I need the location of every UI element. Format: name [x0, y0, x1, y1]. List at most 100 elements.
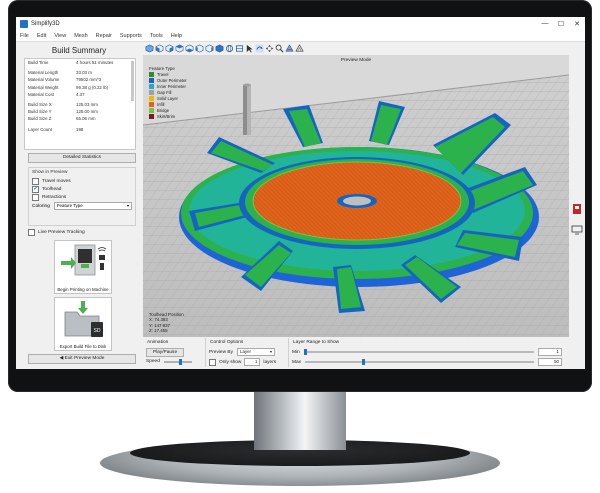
summary-row: Material Length 33.03 m: [25, 69, 135, 76]
view-cube-back-icon[interactable]: [165, 44, 174, 53]
retractions-checkbox[interactable]: [32, 193, 39, 201]
preview-by-label: Preview By: [209, 349, 233, 355]
travel-moves-checkbox[interactable]: [32, 177, 39, 185]
min-layer-row: Min 1: [292, 348, 562, 356]
select-cursor-icon[interactable]: [245, 44, 254, 53]
summary-row: Build Size Y 125.00 mm: [25, 108, 135, 115]
menu-help[interactable]: Help: [167, 33, 186, 39]
view-cube-bottom-icon[interactable]: [185, 44, 194, 53]
close-button[interactable]: ✕: [569, 20, 585, 28]
wireframe-icon[interactable]: [295, 43, 304, 53]
coloring-value: Feature Type: [56, 203, 83, 208]
minimize-button[interactable]: —: [537, 20, 553, 28]
summary-value: 33.03 m: [76, 70, 92, 76]
menu-file[interactable]: File: [16, 33, 33, 39]
speed-slider[interactable]: [163, 358, 192, 365]
summary-label: Build Size Y: [28, 109, 52, 115]
option-label: Live Preview Tracking: [38, 229, 85, 235]
max-label: Max: [292, 359, 302, 365]
menu-edit[interactable]: Edit: [33, 33, 50, 39]
ortho-view-icon[interactable]: [235, 44, 244, 53]
view-cube-right-icon[interactable]: [205, 44, 214, 53]
perspective-icon[interactable]: [225, 44, 234, 53]
zoom-view-icon[interactable]: [275, 44, 284, 53]
summary-value: 198: [76, 126, 84, 132]
preview-by-select[interactable]: Layer ▾: [237, 348, 275, 356]
build-summary-heading: Build Summary: [51, 46, 107, 55]
retractions-option[interactable]: Retractions: [32, 193, 132, 201]
view-cube-front-icon[interactable]: [155, 44, 164, 53]
process-settings-icon[interactable]: [571, 203, 583, 215]
view-cube-iso-icon[interactable]: [215, 44, 224, 53]
legend-label: Gap Fill: [157, 89, 172, 95]
animation-title: Animation: [147, 340, 169, 345]
summary-value: 99.38 g (0.22 lb): [76, 84, 108, 90]
menu-repair[interactable]: Repair: [92, 33, 116, 39]
toolhead-checkbox[interactable]: ✔: [32, 185, 39, 193]
export-build-file-button[interactable]: SD Export Build File to Disk: [54, 297, 112, 351]
cross-section-icon[interactable]: [285, 43, 294, 53]
live-preview-option[interactable]: Live Preview Tracking: [28, 228, 142, 236]
monitor-stand-neck: [254, 392, 346, 450]
view-cube-top-icon[interactable]: [175, 44, 184, 53]
rotate-view-icon[interactable]: [255, 43, 264, 53]
toolhead-option[interactable]: ✔ Toolhead: [32, 185, 132, 193]
min-layer-thumb[interactable]: [303, 349, 307, 355]
view-cube-default-icon[interactable]: [145, 44, 154, 53]
animation-group: Animation Play/Pause Speed: [143, 338, 206, 367]
travel-moves-option[interactable]: Travel moves: [32, 177, 132, 185]
legend-label: Bridge: [157, 108, 170, 114]
layer-range-group: Layer Range to Show Min 1 Max 50: [289, 338, 575, 367]
option-label: Retractions: [42, 194, 67, 200]
only-show-spinbox[interactable]: 1: [244, 358, 261, 366]
summary-label: Material Cost: [28, 91, 54, 97]
only-show-checkbox[interactable]: [209, 358, 216, 366]
summary-row: Build Size Z 65.06 mm: [25, 115, 135, 122]
summary-row: Build Size X 125.03 mm: [25, 101, 135, 108]
chevron-down-icon: ▾: [269, 349, 272, 354]
printer-usb-icon: [61, 244, 107, 276]
summary-label: Material Weight: [28, 84, 59, 90]
menu-tools[interactable]: Tools: [146, 33, 167, 39]
max-layer-slider[interactable]: [305, 359, 534, 365]
summary-row: Layer Count 198: [25, 126, 135, 133]
summary-value: 4.37: [76, 91, 85, 97]
view-cube-left-icon[interactable]: [195, 44, 204, 53]
min-layer-spinbox[interactable]: 1: [538, 348, 562, 356]
coloring-select[interactable]: Feature Type ▾: [53, 202, 132, 210]
menu-view[interactable]: View: [50, 33, 70, 39]
min-layer-slider[interactable]: [303, 349, 534, 355]
max-layer-spinbox[interactable]: 50: [538, 358, 562, 366]
option-label: Toolhead: [42, 186, 62, 192]
begin-printing-label: Begin Printing on Machine: [57, 287, 109, 292]
summary-value: 125.00 mm: [76, 109, 98, 115]
play-pause-button[interactable]: Play/Pause: [146, 348, 184, 357]
folder-sd-card-icon: SD: [64, 301, 103, 337]
speed-slider-thumb[interactable]: [179, 358, 183, 365]
begin-printing-button[interactable]: Begin Printing on Machine: [54, 240, 112, 294]
max-layer-thumb[interactable]: [362, 359, 366, 365]
legend-swatch: [149, 108, 154, 114]
live-preview-checkbox[interactable]: [28, 228, 35, 236]
print-preview-scene: [143, 55, 569, 337]
preview-controls-bar: Animation Play/Pause Speed Control Optio…: [143, 338, 585, 369]
summary-scrollbar[interactable]: [131, 61, 134, 101]
window-controls: — ☐ ✕: [537, 20, 585, 28]
maximize-button[interactable]: ☐: [553, 20, 569, 28]
detailed-statistics-button[interactable]: Detailed Statistics: [28, 153, 136, 163]
pan-view-icon[interactable]: [265, 44, 274, 53]
show-in-preview-title: Show in Preview: [32, 170, 68, 175]
speed-row: Speed: [146, 358, 192, 365]
legend-swatch: [149, 71, 154, 77]
layer-range-title: Layer Range to Show: [293, 340, 340, 345]
monitor-panel-icon[interactable]: [571, 224, 583, 236]
legend-label: Outer Perimeter: [157, 77, 187, 83]
right-side-tools: [571, 202, 585, 241]
3d-preview-viewport[interactable]: Preview Mode Feature Type Travel Outer P…: [143, 55, 569, 337]
toolhead-position-readout: Toolhead Position X: 74.383 Y: 147.937 Z…: [149, 312, 184, 334]
menu-supports[interactable]: Supports: [116, 33, 146, 39]
main-area: Preview Mode Feature Type Travel Outer P…: [143, 42, 585, 369]
legend-swatch: [149, 114, 154, 120]
menu-mesh[interactable]: Mesh: [70, 33, 91, 39]
exit-preview-button[interactable]: ◀ Exit Preview Mode: [28, 354, 136, 364]
